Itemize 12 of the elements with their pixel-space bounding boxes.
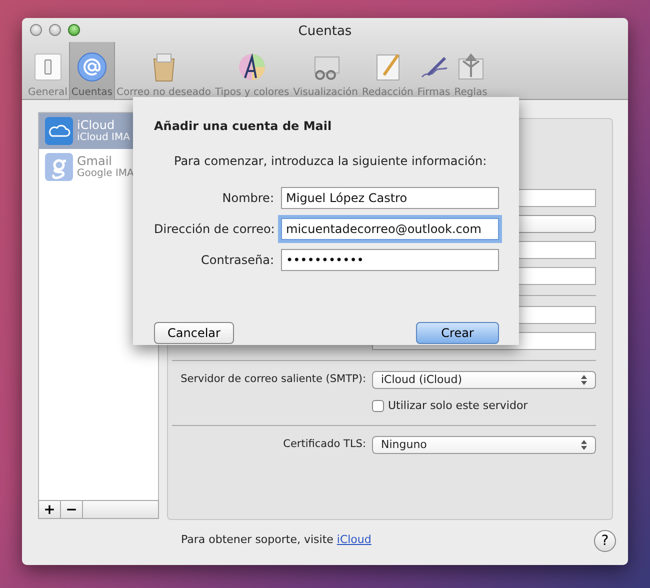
field-label: Contraseña:	[200, 252, 275, 268]
support-text: Para obtener soporte, visite iCloud	[181, 532, 372, 548]
field-label: Servidor de correo saliente (SMTP):	[180, 372, 367, 388]
account-type: Google IMA	[77, 168, 134, 180]
account-name: Gmail	[77, 154, 114, 168]
window-title: Cuentas	[298, 24, 352, 39]
field-label: Dirección de correo:	[154, 220, 276, 238]
field-label: Nombre:	[221, 190, 275, 206]
field-label: Certificado TLS:	[282, 437, 367, 452]
account-name: iCloud	[77, 118, 116, 132]
account-type: iCloud IMA	[77, 132, 130, 144]
instruction-text: Para comenzar, introduzca la siguiente información:	[174, 153, 488, 170]
